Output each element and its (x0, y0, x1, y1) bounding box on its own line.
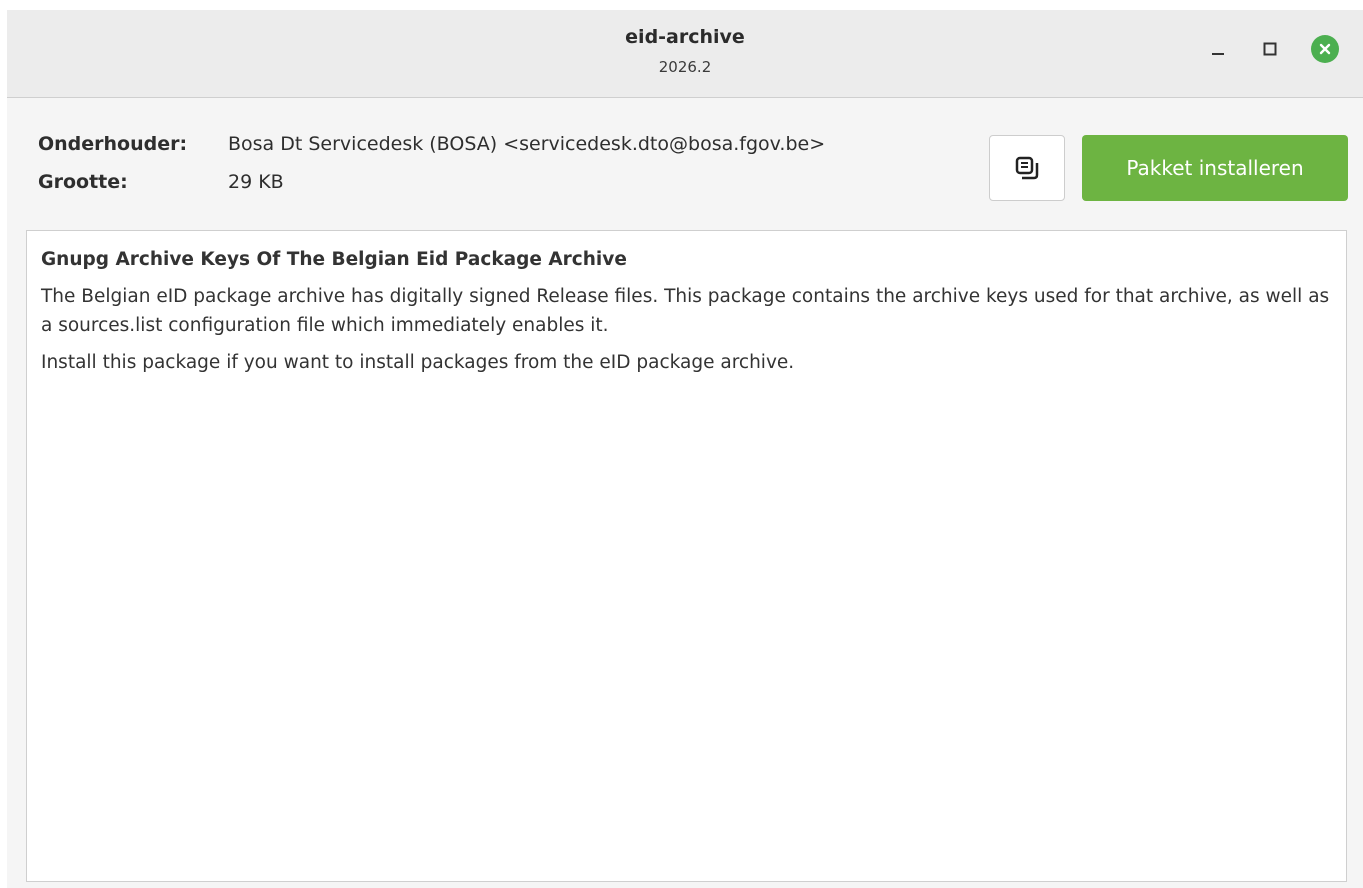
description-panel: Gnupg Archive Keys Of The Belgian Eid Pa… (26, 230, 1347, 882)
window-subtitle: 2026.2 (658, 58, 712, 76)
maintainer-label: Onderhouder: (38, 133, 188, 155)
description-paragraph: The Belgian eID package archive has digi… (41, 286, 1330, 336)
copy-button[interactable] (989, 135, 1065, 201)
size-label: Grootte: (38, 171, 128, 193)
install-package-button[interactable]: Pakket installeren (1082, 135, 1348, 201)
minimize-button[interactable] (1203, 34, 1233, 64)
close-icon (1311, 35, 1339, 63)
package-window: eid-archive 2026.2 Onderhouder: Bosa Dt … (7, 10, 1363, 888)
maintainer-value: Bosa Dt Servicedesk (BOSA) <servicedesk.… (228, 133, 826, 155)
minimize-icon (1212, 53, 1224, 55)
window-title: eid-archive (625, 26, 745, 48)
description-title: Gnupg Archive Keys Of The Belgian Eid Pa… (41, 249, 627, 270)
title-bar[interactable]: eid-archive 2026.2 (7, 10, 1363, 98)
maximize-icon (1263, 42, 1277, 56)
close-button[interactable] (1310, 34, 1340, 64)
description-paragraph: Install this package if you want to inst… (41, 352, 795, 373)
maximize-button[interactable] (1255, 34, 1285, 64)
copy-icon (1015, 156, 1039, 180)
size-value: 29 KB (228, 171, 284, 193)
